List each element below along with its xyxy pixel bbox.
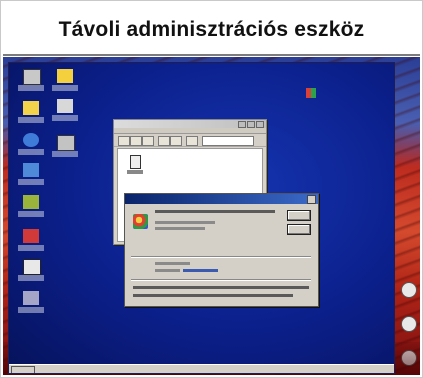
network-places-icon[interactable]: [23, 163, 39, 177]
tools-icon[interactable]: [57, 135, 75, 151]
remote-taskbar: [9, 364, 394, 373]
shortcut-icon[interactable]: [23, 291, 39, 305]
file-icon[interactable]: [130, 155, 141, 169]
drive-icon[interactable]: [401, 316, 417, 332]
remote-screen[interactable]: [8, 62, 395, 374]
my-computer-icon[interactable]: [23, 69, 41, 85]
back-icon[interactable]: [118, 136, 130, 146]
close-icon[interactable]: [307, 195, 316, 204]
desktop-icon-label: [52, 85, 78, 91]
start-button[interactable]: [11, 366, 35, 373]
dialog-copyright-line: [133, 286, 309, 289]
dialog-product-name: [155, 210, 275, 213]
windows-flag-icon: [306, 87, 316, 98]
page-title: Távoli adminisztrációs eszköz: [58, 18, 365, 41]
title-divider: [3, 54, 420, 56]
maximize-icon[interactable]: [247, 121, 255, 128]
desktop-icon-label: [18, 85, 44, 91]
file-label: [127, 170, 143, 174]
folders-icon[interactable]: [170, 136, 182, 146]
search-icon[interactable]: [158, 136, 170, 146]
dialog-separator: [131, 279, 311, 281]
views-icon[interactable]: [186, 136, 198, 146]
drive-icon[interactable]: [401, 282, 417, 298]
dialog-version: [155, 221, 215, 224]
up-icon[interactable]: [142, 136, 154, 146]
address-field[interactable]: [202, 136, 254, 146]
internet-explorer-icon[interactable]: [23, 133, 39, 147]
connect-icon[interactable]: [23, 229, 39, 243]
system-info-button[interactable]: [287, 224, 311, 235]
dialog-copyright-line: [133, 294, 293, 297]
desktop-icon-label: [18, 117, 44, 123]
dialog-titlebar[interactable]: [125, 194, 318, 204]
minimize-icon[interactable]: [238, 121, 246, 128]
windows-logo: [306, 85, 358, 101]
desktop-icon-label: [52, 115, 78, 121]
dialog-separator: [131, 256, 311, 258]
desktop-icon-label: [18, 179, 44, 185]
my-documents-icon[interactable]: [23, 101, 39, 115]
explorer-titlebar[interactable]: [114, 120, 266, 128]
application-logo-icon: [133, 214, 148, 229]
dialog-license-line: [155, 269, 180, 272]
explorer-toolbar: [114, 134, 266, 147]
desktop-icon-label: [18, 149, 44, 155]
ok-button[interactable]: [287, 210, 311, 221]
application-icon[interactable]: [23, 259, 41, 275]
dialog-company: [155, 227, 205, 230]
desktop-icon-label: [18, 211, 44, 217]
desktop-icon-label: [18, 245, 44, 251]
recycle-bin-icon[interactable]: [23, 195, 39, 209]
desktop-icon-label: [18, 275, 44, 281]
desktop-icon-label: [52, 151, 78, 157]
close-icon[interactable]: [256, 121, 264, 128]
dialog-license-link[interactable]: [183, 269, 218, 272]
window-controls: [238, 121, 264, 128]
desktop-icon-label: [18, 307, 44, 313]
folder-icon[interactable]: [57, 69, 73, 83]
forward-icon[interactable]: [130, 136, 142, 146]
dialog-license-line: [155, 262, 190, 265]
about-dialog[interactable]: [124, 193, 319, 307]
network-icon[interactable]: [57, 99, 73, 113]
